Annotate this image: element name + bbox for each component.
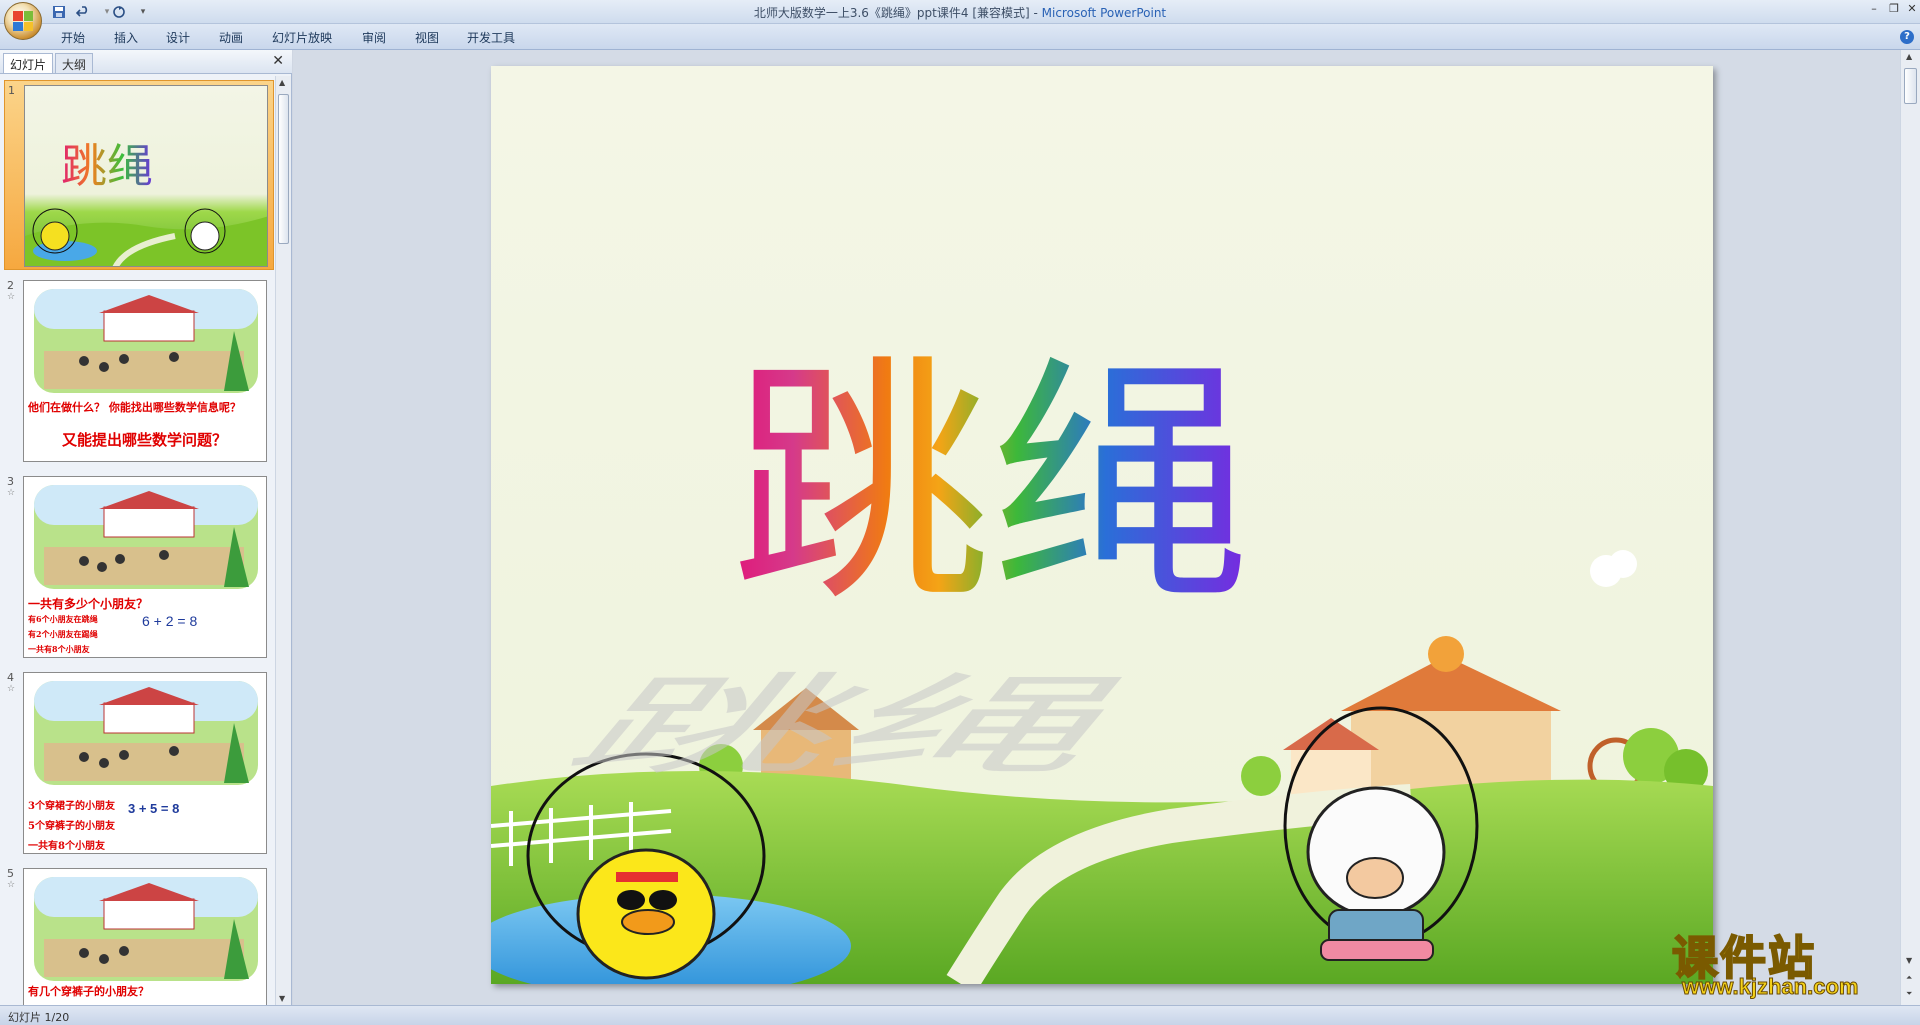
- scrollbar-thumb[interactable]: [278, 94, 289, 244]
- slide-3-question: 一共有多少个小朋友？: [28, 597, 149, 611]
- tab-animations[interactable]: 动画: [219, 29, 243, 46]
- status-bar: 幻灯片 1/20: [0, 1005, 1920, 1025]
- title-bar: ▾ ▾ 北师大版数学一上3.6《跳绳》ppt课件4 [兼容模式] - Micro…: [0, 0, 1920, 40]
- tab-slideshow[interactable]: 幻灯片放映: [272, 29, 332, 46]
- office-logo-icon: [13, 11, 33, 31]
- slides-panel: 幻灯片 大纲 ✕ 1 跳绳 2 ☆ 他们在做什么？ 你能找出哪些数学信息呢？ 又…: [0, 50, 292, 1005]
- slide-4-equation: 3 + 5 = 8: [128, 801, 180, 816]
- tab-view[interactable]: 视图: [415, 29, 439, 46]
- slide-counter: 幻灯片 1/20: [8, 1011, 70, 1024]
- slide-4-line2: 5个穿裤子的小朋友: [28, 821, 115, 832]
- scroll-up-icon[interactable]: ▲: [279, 78, 285, 87]
- slide-number: 4: [7, 671, 14, 684]
- animation-star-icon: ☆: [7, 684, 16, 694]
- scroll-up-icon[interactable]: ▲: [1906, 52, 1912, 61]
- slide-preview: 他们在做什么？ 你能找出哪些数学信息呢？ 又能提出哪些数学问题？: [23, 280, 267, 462]
- slide-number: 1: [8, 84, 15, 97]
- scroll-down-icon[interactable]: ▼: [279, 994, 285, 1003]
- office-button[interactable]: [4, 2, 42, 40]
- scrollbar-thumb[interactable]: [1904, 68, 1917, 104]
- tab-design[interactable]: 设计: [166, 29, 190, 46]
- slide-thumbnail-4[interactable]: 4 ☆ 3个穿裙子的小朋友 5个穿裤子的小朋友 一共有8个小朋友 3 + 5 =…: [4, 668, 274, 858]
- document-title: 北师大版数学一上3.6《跳绳》ppt课件4 [兼容模式] -: [753, 6, 1042, 20]
- watermark-url: www.kjzhan.com: [1681, 974, 1859, 1000]
- app-name: Microsoft PowerPoint: [1041, 6, 1167, 20]
- panel-close-icon[interactable]: ✕: [272, 53, 284, 69]
- slide-2-line2: 又能提出哪些数学问题？: [62, 431, 228, 449]
- restore-button[interactable]: ❐: [1884, 2, 1904, 18]
- thumbnail-scrollbar[interactable]: ▲ ▼: [275, 76, 291, 1005]
- slide-thumbnail-1[interactable]: 1 跳绳: [4, 80, 274, 270]
- slide-number: 2: [7, 279, 14, 292]
- slide-title-shadow: 跳绳: [537, 662, 1165, 790]
- slide-4-line1: 3个穿裙子的小朋友: [28, 801, 115, 812]
- tab-developer[interactable]: 开发工具: [467, 29, 515, 46]
- tab-review[interactable]: 审阅: [362, 29, 386, 46]
- slide-2-line1: 他们在做什么？ 你能找出哪些数学信息呢？: [28, 401, 241, 414]
- slide-preview: 有几个穿裤子的小朋友？: [23, 868, 267, 1005]
- tab-outline[interactable]: 大纲: [55, 53, 94, 73]
- animation-star-icon: ☆: [7, 292, 16, 302]
- next-slide-icon[interactable]: ⏷: [1906, 989, 1912, 999]
- tab-insert[interactable]: 插入: [114, 29, 138, 46]
- slide-preview: 跳绳: [24, 85, 268, 267]
- slide-title[interactable]: 跳绳: [731, 356, 1251, 616]
- main-slide[interactable]: 跳绳 跳绳: [491, 66, 1713, 984]
- close-button[interactable]: ✕: [1902, 2, 1920, 18]
- animation-star-icon: ☆: [7, 880, 16, 890]
- slide-preview: 3个穿裙子的小朋友 5个穿裤子的小朋友 一共有8个小朋友 3 + 5 = 8: [23, 672, 267, 854]
- tab-slides[interactable]: 幻灯片: [3, 53, 54, 73]
- slide-5-question: 有几个穿裤子的小朋友？: [28, 985, 149, 998]
- slide-thumbnail-5[interactable]: 5 ☆ 有几个穿裤子的小朋友？: [4, 864, 274, 1005]
- previous-slide-icon[interactable]: ⏶: [1906, 973, 1912, 983]
- animation-star-icon: ☆: [7, 488, 16, 498]
- main-scrollbar[interactable]: ▲ ▼ ⏶ ⏷: [1900, 50, 1920, 1005]
- panel-tabs: 幻灯片 大纲 ✕: [0, 50, 292, 74]
- slide-3-equation: 6 + 2 = 8: [142, 613, 198, 629]
- ribbon-tabs: 开始 插入 设计 动画 幻灯片放映 审阅 视图 开发工具 ?: [0, 24, 1920, 50]
- scroll-down-icon[interactable]: ▼: [1906, 956, 1912, 965]
- minimize-button[interactable]: –: [1864, 2, 1884, 18]
- watermark-logo: 课件站 www.kjzhan.com: [1668, 922, 1878, 1002]
- slide-preview: 一共有多少个小朋友？ 有6个小朋友在跳绳 有2个小朋友在踢绳 一共有8个小朋友 …: [23, 476, 267, 658]
- slide-thumbnail-2[interactable]: 2 ☆ 他们在做什么？ 你能找出哪些数学信息呢？ 又能提出哪些数学问题？: [4, 276, 274, 466]
- window-title: 北师大版数学一上3.6《跳绳》ppt课件4 [兼容模式] - Microsoft…: [0, 4, 1920, 21]
- slide-number: 5: [7, 867, 14, 880]
- slide-thumbnail-3[interactable]: 3 ☆ 一共有多少个小朋友？ 有6个小朋友在跳绳 有2个小朋友在踢绳 一共有8个…: [4, 472, 274, 662]
- slide-4-line3: 一共有8个小朋友: [28, 841, 105, 852]
- help-icon[interactable]: ?: [1900, 30, 1914, 44]
- slide-3-line4: 一共有8个小朋友: [28, 644, 90, 654]
- slide-number: 3: [7, 475, 14, 488]
- slide-3-line3: 有2个小朋友在踢绳: [28, 629, 98, 639]
- slide-1-title: 跳绳: [61, 130, 153, 196]
- slide-thumbnail-list: 1 跳绳 2 ☆ 他们在做什么？ 你能找出哪些数学信息呢？ 又能提出哪些数学问题…: [0, 76, 276, 1005]
- tab-home[interactable]: 开始: [61, 29, 85, 46]
- slide-3-line2: 有6个小朋友在跳绳: [28, 614, 98, 624]
